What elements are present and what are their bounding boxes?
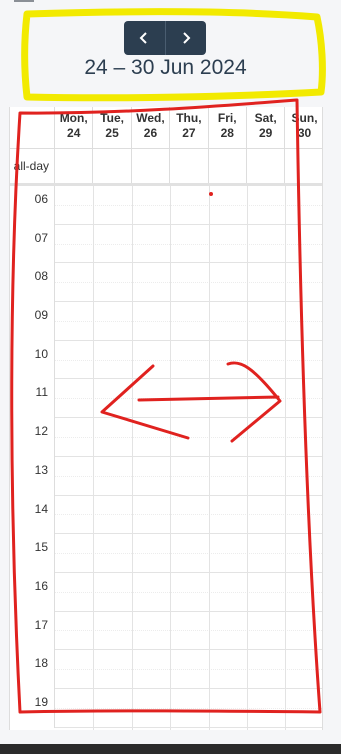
time-slot-cell[interactable] [55,302,322,341]
hour-label: 09 [34,308,48,323]
hour-label: 17 [34,617,48,632]
hour-label: 06 [34,192,48,206]
time-slot-row: 10 [10,340,322,380]
allday-row: all-day [10,149,322,186]
hour-label: 11 [35,385,48,400]
hour-label: 08 [34,269,48,284]
time-axis-cell: 14 [10,495,55,535]
time-slot-cell[interactable] [55,650,322,689]
day-header-thu[interactable]: Thu, 27 [170,107,209,148]
time-slot-cell[interactable] [55,534,322,573]
allday-cell-sat[interactable] [247,149,286,183]
allday-axis-cell: all-day [10,149,55,183]
allday-cell-wed[interactable] [132,149,171,183]
time-axis-cell: 17 [10,611,55,651]
time-axis-cell: 07 [10,224,55,264]
time-slot-cell[interactable] [55,186,322,225]
calendar-title: 24 – 30 Jun 2024 [84,56,247,79]
hour-label: 15 [34,540,48,555]
hour-label: 19 [34,694,48,709]
time-slot-row: 12 [10,418,322,457]
allday-cell-thu[interactable] [170,149,209,183]
time-slot-cell[interactable] [55,457,322,496]
time-axis-cell: 09 [10,302,55,341]
hour-label: 14 [34,501,48,516]
day-header-row: Mon, 24 Tue, 25 Wed, 26 Thu, 27 Fri, 28 … [10,107,322,149]
time-slot-row: 08 [10,263,322,303]
time-slot-row: 09 [10,302,322,341]
time-slot-cell[interactable] [55,573,322,612]
next-week-button[interactable] [164,21,206,55]
time-slot-row: 18 [10,650,322,689]
day-header-tue[interactable]: Tue, 25 [93,107,132,148]
hour-label: 12 [34,424,48,439]
time-slot-row: 17 [10,611,322,651]
time-slot-cell[interactable] [55,689,322,728]
time-axis-cell: 19 [10,688,55,728]
hour-label: 16 [34,578,48,593]
time-axis-cell: 11 [10,379,55,419]
time-axis-cell: 16 [10,572,55,612]
allday-cell-tue[interactable] [93,149,132,183]
time-slot-cell[interactable] [55,341,322,380]
week-calendar: Mon, 24 Tue, 25 Wed, 26 Thu, 27 Fri, 28 … [9,107,323,730]
time-slot-row: 15 [10,534,322,573]
hour-label: 18 [34,656,48,671]
time-axis-cell: 13 [10,456,55,496]
hour-label: 07 [34,230,48,245]
time-slot-row: 19 [10,688,322,728]
allday-cell-fri[interactable] [209,149,247,183]
nav-button-group [124,21,206,55]
footer-bar [0,744,341,754]
time-slot-row: 06 [10,186,322,225]
header-axis-cell [10,107,55,148]
time-slot-cell[interactable] [55,263,322,303]
hour-label: 13 [34,462,48,477]
time-axis-cell: 15 [10,534,55,573]
time-axis-cell: 12 [10,418,55,457]
time-axis-cell: 06 [10,186,55,225]
time-slot-cell[interactable] [55,418,322,457]
time-axis-cell: 10 [10,340,55,380]
chevron-right-icon [183,32,191,44]
day-header-sun[interactable]: Sun, 30 [285,107,322,148]
allday-cell-mon[interactable] [55,149,94,183]
day-header-sat[interactable]: Sat, 29 [247,107,286,148]
day-header-wed[interactable]: Wed, 26 [132,107,171,148]
time-slot-cell[interactable] [55,225,322,264]
allday-cell-sun[interactable] [285,149,322,183]
time-slot-row: 07 [10,224,322,264]
time-slot-cell[interactable] [55,612,322,651]
menu-icon[interactable] [14,0,34,4]
prev-week-button[interactable] [124,21,165,55]
hour-label: 10 [34,346,48,361]
day-header-mon[interactable]: Mon, 24 [55,107,94,148]
day-header-fri[interactable]: Fri, 28 [209,107,247,148]
time-slot-cell[interactable] [55,496,322,535]
time-axis-cell: 18 [10,650,55,689]
chevron-left-icon [139,32,147,44]
time-slot-cell[interactable] [55,379,322,419]
time-axis-cell: 08 [10,263,55,303]
time-slots: 06 07 08 09 10 11 12 13 14 15 16 17 18 19 [10,186,322,728]
allday-label: all-day [13,159,49,173]
time-slot-row: 13 [10,456,322,496]
time-slot-row: 14 [10,495,322,535]
time-slot-row: 11 [10,379,322,419]
time-slot-row: 16 [10,572,322,612]
